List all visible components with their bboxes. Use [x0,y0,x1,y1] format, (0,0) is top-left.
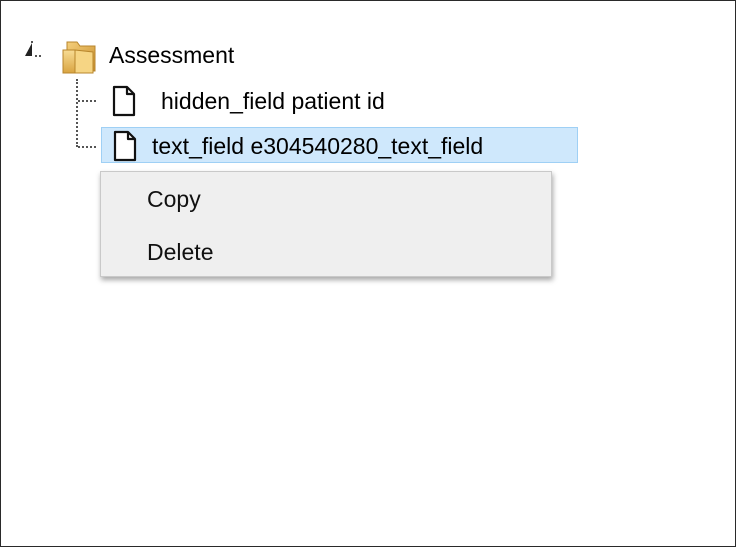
tree-root-label[interactable]: Assessment [109,42,234,69]
menu-item-copy[interactable]: Copy [101,176,551,222]
tree-view: Assessment hidden_field patient id text_… [1,1,735,546]
expand-triangle-icon[interactable] [19,37,45,63]
menu-item-delete[interactable]: Delete [101,229,551,275]
tree-item-label[interactable]: text_field e304540280_text_field [152,131,483,161]
tree-connector [78,100,96,102]
document-icon [113,130,137,162]
document-icon [112,85,136,117]
context-menu: Copy Delete [100,171,552,277]
tree-connector [76,79,78,147]
tree-panel: Assessment hidden_field patient id text_… [0,0,736,547]
tree-item-label[interactable]: hidden_field patient id [161,86,385,116]
folder-icon [62,41,96,74]
tree-connector [78,146,96,148]
